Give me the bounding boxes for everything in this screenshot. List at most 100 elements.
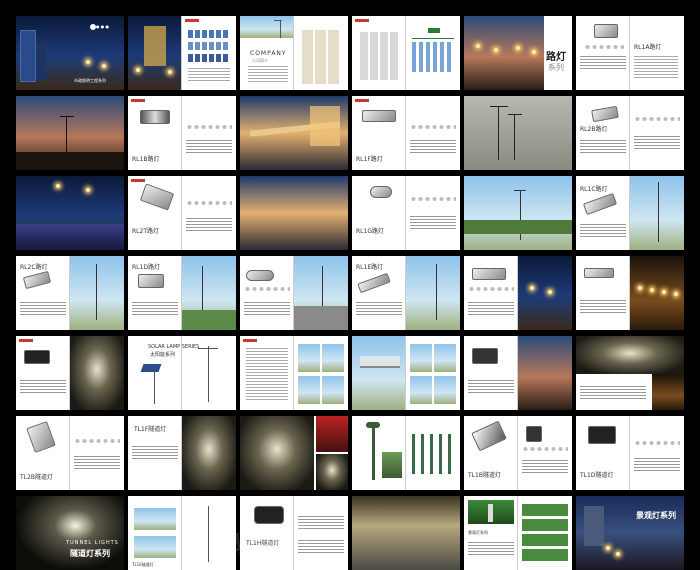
spread-road-trees[interactable] xyxy=(464,176,572,250)
tunnel-title: 隧道灯系列 xyxy=(70,549,110,558)
rl1g-page: RL1G路灯 xyxy=(352,176,406,250)
company-sub: 公司简介 xyxy=(252,58,268,63)
spread-row-7: TUNNEL LIGHTS 隧道灯系列 TL1E隧道灯 TL1H隧道灯 景观灯系… xyxy=(16,496,684,570)
rl1f-spec-page xyxy=(406,96,460,170)
spread-landscape-lamps[interactable]: 景观灯系列 xyxy=(464,496,572,570)
bridge-night-photo xyxy=(518,256,572,330)
spread-tunnel-2[interactable] xyxy=(464,336,572,410)
model-tl1b: TL1B隧道灯 xyxy=(468,472,501,479)
spread-landscape-2[interactable] xyxy=(352,336,460,410)
model-rl1b: RL1B路灯 xyxy=(132,156,160,163)
road-lamp-series: 系列 xyxy=(548,63,564,72)
rl1d-page: RL1D路灯 xyxy=(128,256,182,330)
spread-row-2: RL1B路灯 RL1F路灯 RL2B路灯 xyxy=(16,96,684,170)
spread-tl2b[interactable]: TL2B隧道灯 xyxy=(16,416,124,490)
spread-tunnel-3[interactable] xyxy=(576,336,684,410)
landscape-photo-b xyxy=(322,344,344,372)
spread-rl1e[interactable] xyxy=(240,256,348,330)
spread-rl2e[interactable]: RL1E路灯 xyxy=(352,256,460,330)
spread-rl1f[interactable]: RL1F路灯 xyxy=(352,96,460,170)
rl2t-spec-page xyxy=(182,176,236,250)
tunnel-photo-4 xyxy=(240,416,314,490)
spread-garden-lamps[interactable] xyxy=(352,416,460,490)
spread-row-5: SOLAR LAMP SERIES 太阳能系列 xyxy=(16,336,684,410)
tl1e-photo-b xyxy=(134,536,176,558)
spread-cover[interactable]: ● ● ● 市政照明工程系列 xyxy=(16,16,124,90)
spread-tunnel-1[interactable] xyxy=(16,336,124,410)
spread-landscape-opener[interactable]: 景观灯系列 xyxy=(576,496,684,570)
model-rl1c: RL1C路灯 xyxy=(580,186,608,193)
spread-night-highway[interactable] xyxy=(240,96,348,170)
spread-riverside[interactable] xyxy=(576,256,684,330)
spread-tl1e[interactable]: TL1E隧道灯 xyxy=(128,496,236,570)
landscape-opener-title: 景观灯系列 xyxy=(636,511,676,520)
spread-tl1d[interactable]: TL1D隧道灯 xyxy=(576,416,684,490)
spread-street-dusk[interactable] xyxy=(16,96,124,170)
spread-rl1c[interactable]: RL1C路灯 xyxy=(576,176,684,250)
road-lamp-photo xyxy=(464,16,544,90)
model-tl2b: TL2B隧道灯 xyxy=(20,474,53,481)
rl2e-page: RL1E路灯 xyxy=(352,256,406,330)
cover-brand: ● ● ● xyxy=(96,24,110,29)
spread-rl1b[interactable]: RL1B路灯 xyxy=(128,96,236,170)
spread-row-1: ● ● ● 市政照明工程系列 COMPANY 公司简介 路灯 系列 RL1A路灯 xyxy=(16,16,684,90)
spread-rl1d[interactable]: RL1D路灯 xyxy=(128,256,236,330)
model-tl1d: TL1D隧道灯 xyxy=(580,472,614,479)
spread-solar[interactable]: SOLAR LAMP SERIES 太阳能系列 xyxy=(128,336,236,410)
model-tl1e: TL1E隧道灯 xyxy=(132,562,154,567)
rl1f-page: RL1F路灯 xyxy=(352,96,406,170)
spread-street-poles[interactable] xyxy=(464,96,572,170)
spread-company[interactable]: COMPANY 公司简介 xyxy=(240,16,348,90)
tunnel-photo-2 xyxy=(576,336,684,374)
tl1d-spec-page xyxy=(630,416,684,490)
spread-sunset-clouds[interactable] xyxy=(240,176,348,250)
spread-rl2t[interactable]: RL2T路灯 xyxy=(128,176,236,250)
spread-rl1g[interactable]: RL1G路灯 xyxy=(352,176,460,250)
tunnel-en: TUNNEL LIGHTS xyxy=(66,540,119,546)
company-header-photo xyxy=(240,16,294,38)
company-heading: COMPANY xyxy=(250,50,287,57)
tunnel-photo-1 xyxy=(70,336,124,410)
cover-caption: 市政照明工程系列 xyxy=(74,78,106,83)
spread-tl1f[interactable]: TL1F隧道灯 xyxy=(128,416,236,490)
tl1b-page: TL1B隧道灯 xyxy=(464,416,518,490)
rl1b-spec-page xyxy=(182,96,236,170)
spread-intro[interactable] xyxy=(128,16,236,90)
highway-photo xyxy=(240,96,348,170)
model-rl1g: RL1G路灯 xyxy=(356,228,384,235)
spread-tunnel-opener[interactable]: TUNNEL LIGHTS 隧道灯系列 xyxy=(16,496,124,570)
spread-landscape-1[interactable] xyxy=(240,336,348,410)
garden-lamp-models xyxy=(406,416,460,490)
rl2c-photo xyxy=(70,256,124,330)
spread-row-6: TL2B隧道灯 TL1F隧道灯 TL1B隧道灯 TL1D隧道灯 xyxy=(16,416,684,490)
rl1e-photo xyxy=(294,256,348,330)
rl2e-photo xyxy=(406,256,460,330)
tunnel-opener-photo: TUNNEL LIGHTS 隧道灯系列 xyxy=(16,496,124,570)
road-trees-photo xyxy=(464,176,572,250)
rl2b-spec-page xyxy=(630,96,684,170)
spread-row-3: RL2T路灯 RL1G路灯 RL1C路灯 xyxy=(16,176,684,250)
solar-en: SOLAR LAMP SERIES xyxy=(148,344,200,350)
tunnel-warm-photo xyxy=(652,374,684,410)
spread-bridge-night[interactable] xyxy=(464,256,572,330)
rl2t-page: RL2T路灯 xyxy=(128,176,182,250)
landscape-lawn-photo xyxy=(468,500,514,524)
landscape-photo-d xyxy=(322,376,344,404)
org-chart-page xyxy=(406,16,460,90)
spread-org-chart[interactable] xyxy=(352,16,460,90)
night-building-photo xyxy=(128,16,182,90)
spread-road-lamp-opener[interactable]: 路灯 系列 xyxy=(464,16,572,90)
tl1e-photo-a xyxy=(134,508,176,530)
landscape-photo-h xyxy=(434,376,456,404)
spread-tl1b[interactable]: TL1B隧道灯 xyxy=(464,416,572,490)
rl1d-photo xyxy=(182,256,236,330)
spread-city-night[interactable] xyxy=(16,176,124,250)
model-rl1e: RL1E路灯 xyxy=(356,264,384,271)
spread-rl1a[interactable]: RL1A路灯 xyxy=(576,16,684,90)
road-lamp-title: 路灯 xyxy=(546,52,566,63)
spread-tunnel-pair[interactable] xyxy=(240,416,348,490)
certificate-page xyxy=(294,16,348,90)
spread-rl2b[interactable]: RL2B路灯 xyxy=(576,96,684,170)
spread-tunnel-road[interactable] xyxy=(352,496,460,570)
spread-rl2c[interactable]: RL2C路灯 xyxy=(16,256,124,330)
